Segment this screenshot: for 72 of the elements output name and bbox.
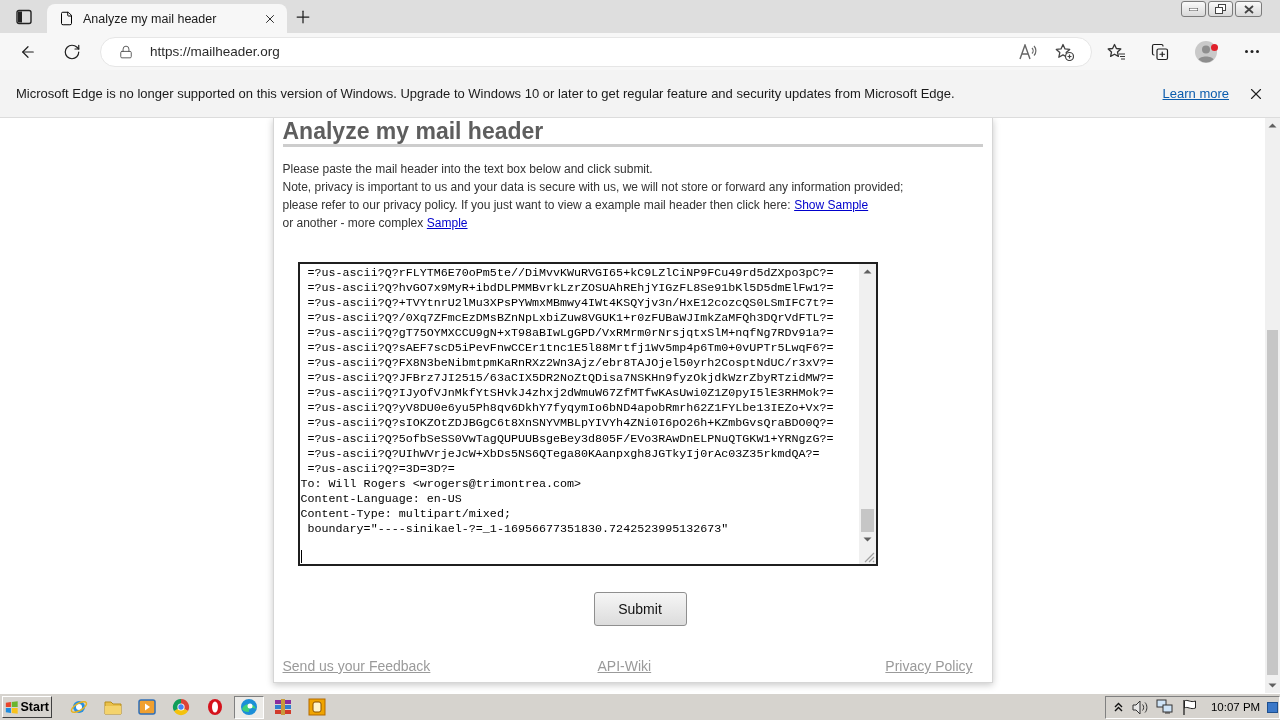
window-close-button[interactable] xyxy=(1235,1,1262,17)
header-line: =?us-ascii?Q?JFBrz7JI2515/63aCIX5DR2NoZtQDisa7NSKHn9fyzOkjdkWzrZbyRTzidMW?= xyxy=(306,371,834,387)
header-line: =?us-ascii?Q?=3D=3D?= xyxy=(306,461,455,477)
play-icon xyxy=(138,698,156,716)
close-icon xyxy=(1243,4,1254,14)
sample-link[interactable]: Show Sample xyxy=(794,196,869,214)
header-line: =?us-ascii?Q?+TVYtnrU2lMu3XPsPYWmxMBmwy4IWt4KSQYjv3n/HxE12cozcQS0LSmIFC7t?= xyxy=(306,296,834,312)
clock-text: 10:07 PM xyxy=(1210,701,1261,713)
header-line: =?us-ascii?Q?FX8N3beNibmtpmKaRnRXz2Wn3Ajz/ebr8TAJOjel50yrh2CosptNdUC/r3xV?= xyxy=(306,356,834,372)
url-text: https://mailheader.org xyxy=(150,44,281,59)
star-list-icon xyxy=(1106,43,1126,60)
instruction-text: please refer to our privacy policy. If you just want to view a example mail header then click here: xyxy=(282,197,791,214)
header-line: Content-Language: en-US xyxy=(300,491,462,507)
learn-more-link[interactable]: Learn more xyxy=(1162,86,1229,101)
caret-up-icon xyxy=(1114,702,1124,712)
start-logo-icon xyxy=(5,699,19,715)
ring-icon xyxy=(206,698,224,716)
header-line: boundary="----sinikael-?=_1-16956677351830.7242523995132673" xyxy=(306,521,729,537)
taskbar-app-button[interactable] xyxy=(234,695,264,719)
header-line: =?us-ascii?Q?gT75OYMXCCU9gN+xT98aBIwLgGPD/VxRMrm0rNrsjqtxSlM+nqfNg7RDv91a?= xyxy=(306,326,834,342)
notification-dot-icon xyxy=(1211,43,1218,51)
banner-message: Microsoft Edge is no longer supported on this version of Windows. Upgrade to Windows 10 or later to get regular feature and security updates from Microsoft Edge. xyxy=(16,86,955,101)
page-icon xyxy=(59,11,74,26)
scrollbar-thumb[interactable] xyxy=(1267,330,1278,675)
header-line: =?us-ascii?Q?IJyOfVJnMkfYtSHvkJ4zhxj2dWmuW67ZfMTfwKAsUwi0Z1Z0pyI5lE3RHMok?= xyxy=(306,386,834,402)
add-favorite-button[interactable] xyxy=(1054,41,1074,62)
network-icon xyxy=(1156,699,1175,715)
minimize-icon xyxy=(1189,7,1198,11)
books-icon xyxy=(274,698,292,716)
mail-header-field[interactable] xyxy=(297,262,878,566)
header-line: =?us-ascii?Q?sIOKZOtZDJBGgC6t8XnSNYVMBLpYIVYh4ZNi0I6pO26h+KZmbGvsQraBDO0Q?= xyxy=(306,416,834,432)
read-aloud-button[interactable] xyxy=(1018,41,1038,62)
speaker-icon xyxy=(1132,699,1150,715)
header-line: =?us-ascii?Q?yV8DU0e6yu5Ph8qv6DkhY7fyqymIo6bND4apobRmrh62Z1FYLbe13IEZo+Vx?= xyxy=(306,401,834,417)
scrollbar-thumb[interactable] xyxy=(860,509,874,532)
instruction-text: Note, privacy is important to us and your data is secure with us, we will not store or forward any information provided; xyxy=(282,179,904,196)
sample-link[interactable]: Sample xyxy=(426,214,468,232)
avatar-icon xyxy=(1195,40,1217,63)
address-bar[interactable]: https://mailheader.org xyxy=(100,36,1092,67)
header-line: =?us-ascii?Q?/0Xq7ZFmcEzDMsBZnNpLxbiZuw8VGUK1+r0zFUBaWJImkZaMFQh3DQrVdFTL?= xyxy=(306,311,834,327)
swirl-icon xyxy=(240,698,258,716)
read-aloud-icon xyxy=(1019,43,1037,60)
restore-icon xyxy=(1215,4,1226,14)
collections-icon xyxy=(1151,42,1169,61)
segmented-circle-icon xyxy=(172,698,190,716)
text-cursor xyxy=(300,549,302,563)
orbit-globe-icon xyxy=(70,698,88,716)
refresh-icon xyxy=(63,42,81,61)
header-line: =?us-ascii?Q?sAEF7scD5iPevFnwCCEr1tnc1E5l88Mrtfj1Wv5mp4p6Tm0+0vUPTr5LwqF6?= xyxy=(306,341,834,357)
square-tile-icon xyxy=(308,698,326,716)
page-heading: Analyze my mail header xyxy=(282,119,544,143)
more-icon xyxy=(1245,50,1259,53)
instruction-text: Please paste the mail header into the text box below and click submit. xyxy=(282,161,653,178)
minimize-button[interactable] xyxy=(1181,1,1206,17)
header-line: Content-Type: multipart/mixed; xyxy=(300,506,511,522)
network-button[interactable] xyxy=(1155,697,1176,717)
header-line: =?us-ascii?Q?5ofbSeSS0VwTagQUPUUBsgeBey3d805F/EVo3RAwDnELPNuQTGKW1+YRNgzG?= xyxy=(306,431,834,447)
flag-icon xyxy=(1182,699,1199,715)
folder-icon xyxy=(104,698,122,716)
submit-button[interactable]: Submit xyxy=(593,592,687,626)
header-line: =?us-ascii?Q?rFLYTM6E70oPm5te//DiMvvKWuRVGI65+kC9LZlCiNP9FCu49rd5dZXpo3pC?= xyxy=(306,266,834,282)
header-line: =?us-ascii?Q?UIhWVrjeJcW+XbDs5NS6QTega80KAanpxgh8JGTkyIj0rAc03Z35rkmdQA?= xyxy=(306,446,820,462)
start-button[interactable]: Start xyxy=(2,696,52,718)
header-line: To: Will Rogers <wrogers@trimontrea.com> xyxy=(300,476,582,492)
star-plus-icon xyxy=(1054,42,1074,61)
restore-button[interactable] xyxy=(1208,1,1233,17)
instruction-text: or another - more complex xyxy=(282,215,424,232)
lock-icon xyxy=(119,44,133,59)
show-desktop-icon xyxy=(1266,701,1278,713)
header-line: =?us-ascii?Q?hvGO7x9MyR+ibdDLPMMBvrkLzrZOSUAhREhjYIGzFL8Se91bKl5D5dmElFw1?= xyxy=(306,281,834,297)
sidebar-panel-icon xyxy=(16,8,32,25)
browser-tab[interactable]: Analyze my mail header xyxy=(47,4,287,33)
